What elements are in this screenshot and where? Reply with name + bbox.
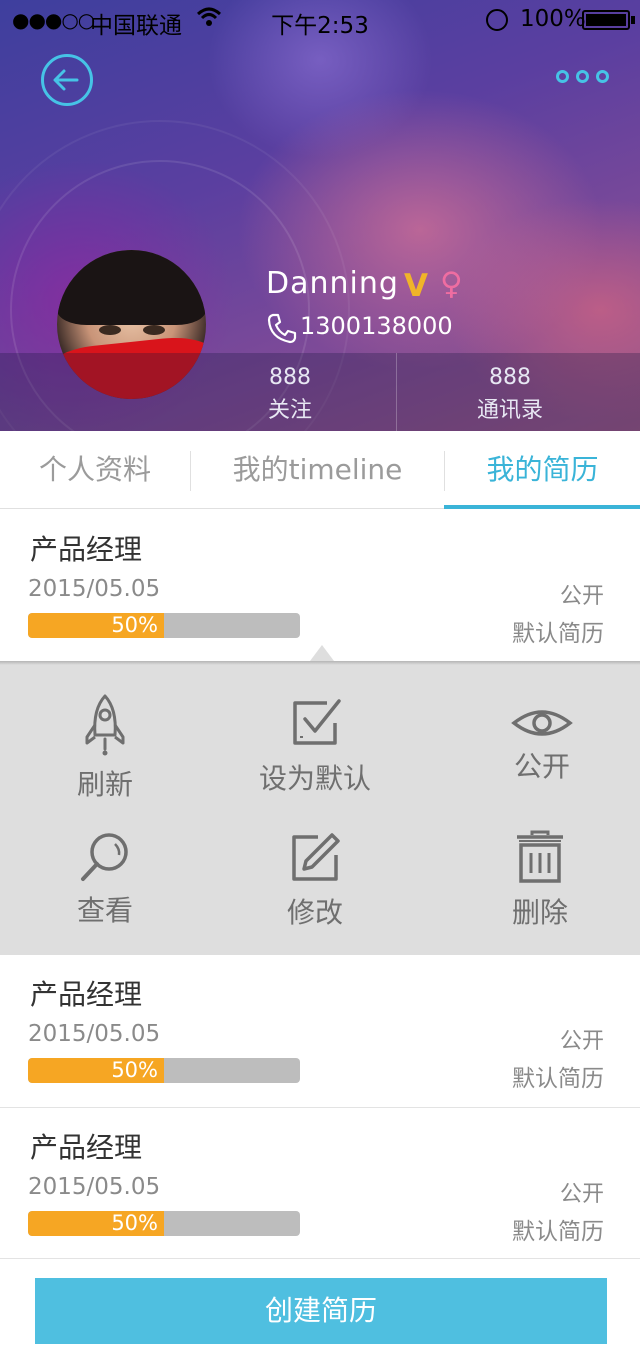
make-public-button[interactable]: 公开 [452,707,632,785]
progress-label: 50% [111,1058,158,1082]
battery-icon [582,10,630,30]
more-dot-icon [576,70,589,83]
stat-count: 888 [489,365,531,390]
more-dot-icon [596,70,609,83]
stat-count: 888 [269,365,311,390]
active-tab-indicator [444,505,640,509]
edit-button[interactable]: 修改 [225,831,405,931]
progress-label: 50% [111,1211,158,1235]
battery-nub [631,16,635,24]
more-options-button[interactable] [556,66,610,86]
resume-visibility: 公开 [559,1182,604,1207]
refresh-button[interactable]: 刷新 [15,693,195,803]
action-label: 查看 [76,894,133,927]
trash-icon [517,830,563,883]
resume-visibility: 公开 [559,584,604,609]
resume-default-label: 默认简历 [512,1066,604,1092]
female-icon: ♀ [440,266,463,302]
action-label: 设为默认 [258,762,371,795]
tab-timeline[interactable]: 我的timeline [191,431,444,509]
resume-default-label: 默认简历 [512,621,604,647]
tab-profile[interactable]: 个人资料 [0,431,190,509]
more-dot-icon [556,70,569,83]
phone-number: 1300138000 [300,312,453,340]
progress-label: 50% [111,613,158,637]
action-label: 修改 [286,896,343,929]
panel-pointer [310,645,334,661]
divider [396,353,397,431]
resume-card[interactable]: 产品经理 2015/05.05 50% 公开 默认简历 [0,955,640,1108]
rocket-icon [85,694,125,756]
resume-date: 2015/05.05 [28,576,161,602]
create-resume-button[interactable]: 创建简历 [35,1278,607,1344]
stat-follow[interactable]: 888 关注 [190,353,390,431]
user-name: Danning [266,266,399,301]
stat-label: 通讯录 [476,398,543,423]
action-label: 公开 [513,750,570,783]
resume-date: 2015/05.05 [28,1021,161,1047]
avatar-eye [99,325,121,335]
resume-action-panel: 刷新 设为默认 公开 查看 修改 删除 [0,661,640,955]
eye-icon [511,710,573,736]
panel-shadow [0,661,640,665]
resume-progress: 50% [28,1211,300,1236]
magnifier-icon [81,833,128,881]
stats-bar: 888 关注 888 通讯录 [0,353,640,431]
view-button[interactable]: 查看 [15,831,195,929]
resume-progress: 50% [28,613,300,638]
divider [0,1258,640,1259]
battery-percentage: 100% [520,6,586,32]
resume-title: 产品经理 [30,978,143,1011]
back-button[interactable] [41,54,93,106]
resume-title: 产品经理 [30,1131,143,1164]
phone-icon [266,312,298,344]
resume-card[interactable]: 产品经理 2015/05.05 50% 公开 默认简历 [0,1108,640,1259]
avatar-eye [143,325,165,335]
tab-bar: 个人资料 我的timeline 我的简历 [0,431,640,509]
tab-resume[interactable]: 我的简历 [445,431,640,509]
stat-contacts[interactable]: 888 通讯录 [410,353,610,431]
set-default-button[interactable]: 设为默认 [225,695,405,797]
status-bar: ●●●○○ 中国联通 下午2:53 100% [0,0,640,40]
edit-icon [292,833,340,881]
action-label: 刷新 [76,768,133,801]
action-label: 删除 [511,896,568,929]
resume-title: 产品经理 [30,533,143,566]
verified-badge-icon: V [404,268,428,304]
resume-visibility: 公开 [559,1029,604,1054]
checkbox-icon [293,699,341,745]
delete-button[interactable]: 删除 [450,829,630,931]
resume-progress: 50% [28,1058,300,1083]
rotation-lock-icon [486,9,508,31]
resume-card[interactable]: 产品经理 2015/05.05 50% 公开 默认简历 [0,510,640,661]
avatar-hair [57,250,206,325]
stat-label: 关注 [267,398,312,423]
resume-default-label: 默认简历 [512,1219,604,1245]
arrow-left-icon [53,69,79,91]
resume-date: 2015/05.05 [28,1174,161,1200]
profile-header: ●●●○○ 中国联通 下午2:53 100% Danning V ♀ 13001… [0,0,640,431]
